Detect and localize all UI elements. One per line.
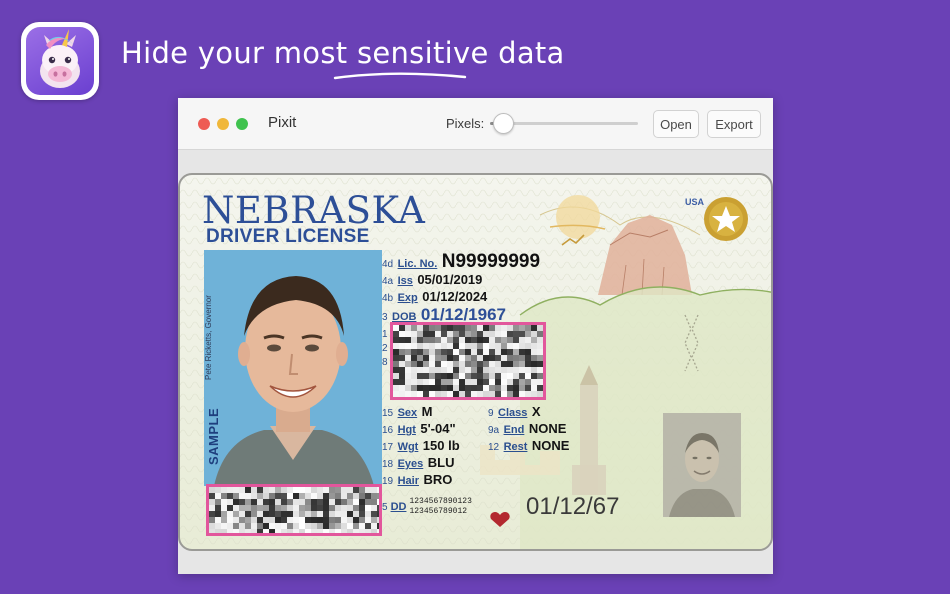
field-num: 9a bbox=[488, 425, 500, 436]
field-num: 16 bbox=[382, 425, 394, 436]
field-num: 4a bbox=[382, 276, 394, 287]
minimize-window-button[interactable] bbox=[217, 118, 229, 130]
license-type: DRIVER LICENSE bbox=[206, 226, 370, 247]
image-canvas[interactable]: NEBRASKA DRIVER LICENSE USA Pete Rickett… bbox=[178, 151, 773, 574]
app-window: Pixit Pixels: Open Export NEBRASKA DRIVE… bbox=[178, 98, 773, 574]
field-num: 5 bbox=[382, 501, 388, 513]
field-value: NONE bbox=[528, 421, 567, 436]
field-label: End bbox=[503, 424, 525, 436]
field-label: Rest bbox=[503, 441, 528, 453]
close-window-button[interactable] bbox=[198, 118, 210, 130]
field-value: M bbox=[421, 404, 433, 419]
field-value: X bbox=[531, 404, 541, 419]
field-label: Wgt bbox=[397, 441, 419, 453]
field-num: 12 bbox=[488, 442, 500, 453]
pixels-slider[interactable] bbox=[490, 112, 638, 134]
field-label: Hgt bbox=[397, 424, 416, 436]
field-sex: 15 Sex M bbox=[382, 403, 432, 421]
field-value: 5'-04" bbox=[420, 421, 456, 436]
title-bar: Pixit Pixels: Open Export bbox=[178, 98, 773, 150]
address-field-numbers: 1 2 8 bbox=[382, 328, 388, 370]
field-value: N99999999 bbox=[441, 251, 541, 272]
field-label: Eyes bbox=[397, 458, 424, 470]
field-value: 01/12/2024 bbox=[422, 289, 488, 304]
governor-signature: Pete Ricketts, Governor bbox=[204, 295, 213, 380]
field-value: 150 lb bbox=[422, 438, 460, 453]
field-num: 1 bbox=[382, 329, 388, 340]
dd-values: 1234567890123 123456789012 bbox=[409, 497, 471, 517]
field-hgt: 16 Hgt 5'-04" bbox=[382, 420, 456, 438]
tagline-underline bbox=[333, 72, 467, 80]
field-num: 15 bbox=[382, 408, 394, 419]
unicorn-icon bbox=[26, 27, 94, 95]
redacted-signature-region[interactable] bbox=[206, 484, 382, 536]
tagline-emphasis: sensitive bbox=[356, 36, 489, 70]
field-exp: 4b Exp 01/12/2024 bbox=[382, 288, 487, 306]
field-num: 17 bbox=[382, 442, 394, 453]
redacted-address-region[interactable] bbox=[390, 322, 546, 400]
field-label: Hair bbox=[397, 475, 419, 487]
dob-short: 01/12/67 bbox=[526, 493, 620, 520]
field-num: 9 bbox=[488, 408, 494, 419]
field-class: 9 Class X bbox=[488, 403, 541, 421]
field-dd: 5 DD 1234567890123 123456789012 bbox=[382, 497, 472, 517]
window-title: Pixit bbox=[268, 114, 297, 131]
field-num: 19 bbox=[382, 476, 394, 487]
field-hair: 19 Hair BRO bbox=[382, 471, 452, 489]
field-end: 9a End NONE bbox=[488, 420, 566, 438]
tagline: Hide your most sensitive data bbox=[121, 36, 565, 70]
field-num: 4d bbox=[382, 259, 394, 270]
dd-line: 123456789012 bbox=[409, 507, 468, 516]
field-value: BRO bbox=[423, 472, 453, 487]
tagline-after: data bbox=[488, 36, 565, 70]
pixels-label: Pixels: bbox=[446, 116, 485, 131]
field-rest: 12 Rest NONE bbox=[488, 437, 569, 455]
export-button[interactable]: Export bbox=[707, 110, 761, 138]
field-value: BLU bbox=[427, 455, 455, 470]
field-label: Exp bbox=[397, 292, 418, 304]
ghost-image bbox=[663, 413, 741, 517]
slider-thumb[interactable] bbox=[493, 113, 515, 134]
open-button[interactable]: Open bbox=[653, 110, 699, 138]
field-num: 8 bbox=[382, 357, 388, 368]
field-value: NONE bbox=[531, 438, 570, 453]
field-value: 05/01/2019 bbox=[417, 272, 483, 287]
field-lic-no: 4d Lic. No. N99999999 bbox=[382, 251, 540, 273]
field-label: Lic. No. bbox=[397, 258, 438, 270]
driver-license-image: NEBRASKA DRIVER LICENSE USA Pete Rickett… bbox=[178, 173, 773, 551]
field-label: Iss bbox=[397, 275, 413, 287]
field-label: Class bbox=[498, 407, 528, 419]
app-icon bbox=[21, 22, 99, 100]
field-num: 3 bbox=[382, 312, 388, 323]
field-label: DD bbox=[390, 501, 407, 513]
field-eyes: 18 Eyes BLU bbox=[382, 454, 454, 472]
field-num: 18 bbox=[382, 459, 394, 470]
zoom-window-button[interactable] bbox=[236, 118, 248, 130]
sample-label: SAMPLE bbox=[206, 407, 221, 465]
field-num: 2 bbox=[382, 343, 388, 354]
field-label: Sex bbox=[397, 407, 418, 419]
pixel-cell bbox=[377, 529, 379, 533]
field-num: 4b bbox=[382, 293, 394, 304]
pixel-cell bbox=[537, 391, 543, 397]
usa-label: USA bbox=[685, 197, 705, 207]
dd-line: 1234567890123 bbox=[409, 497, 472, 506]
field-wgt: 17 Wgt 150 lb bbox=[382, 437, 460, 455]
field-iss: 4a Iss 05/01/2019 bbox=[382, 271, 482, 289]
license-photo bbox=[204, 250, 382, 486]
tagline-before: Hide your most bbox=[121, 36, 357, 70]
